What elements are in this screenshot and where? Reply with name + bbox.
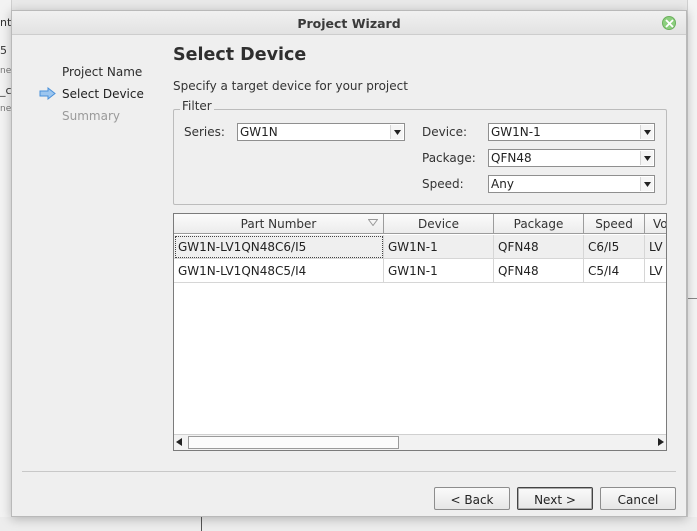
device-select[interactable]: GW1N-1	[488, 123, 655, 141]
speed-value: Any	[491, 177, 514, 191]
arrow-right-icon	[39, 87, 56, 100]
cell-voltage: LV	[645, 235, 666, 259]
filter-legend: Filter	[180, 99, 214, 113]
scrollbar-thumb[interactable]	[188, 436, 399, 449]
table-row[interactable]: GW1N-LV1QN48C6/I5 GW1N-1 QFN48 C6/I5 LV	[174, 235, 666, 259]
speed-label: Speed:	[422, 177, 464, 191]
horizontal-scrollbar[interactable]	[174, 434, 666, 450]
footer-divider	[22, 471, 676, 472]
cell-device: GW1N-1	[384, 259, 494, 283]
chevron-down-icon	[390, 125, 403, 139]
cell-speed: C6/I5	[584, 235, 645, 259]
scroll-right-icon[interactable]	[658, 438, 664, 446]
scroll-left-icon[interactable]	[176, 438, 182, 446]
device-label: Device:	[422, 125, 468, 139]
column-header-device[interactable]: Device	[384, 214, 494, 234]
cell-part-number: GW1N-LV1QN48C6/I5	[174, 235, 384, 259]
table-row[interactable]: GW1N-LV1QN48C5/I4 GW1N-1 QFN48 C5/I4 LV	[174, 259, 666, 283]
page-subtitle: Specify a target device for your project	[173, 79, 408, 93]
dialog-title: Project Wizard	[297, 16, 401, 31]
column-header-part-number[interactable]: Part Number	[174, 214, 384, 234]
step-project-name: Project Name	[62, 65, 143, 79]
step-select-device: Select Device	[62, 87, 144, 101]
package-select[interactable]: QFN48	[488, 149, 655, 167]
table-header: Part Number Device Package Speed Vo	[174, 214, 666, 234]
close-icon[interactable]	[662, 16, 676, 30]
background-window-right	[687, 0, 697, 531]
series-value: GW1N	[240, 125, 278, 139]
chevron-down-icon	[640, 151, 653, 165]
series-label: Series:	[184, 125, 225, 139]
sort-desc-icon	[368, 219, 378, 226]
step-summary: Summary	[62, 109, 120, 123]
chevron-down-icon	[640, 125, 653, 139]
speed-select[interactable]: Any	[488, 175, 655, 193]
device-value: GW1N-1	[491, 125, 541, 139]
title-bar: Project Wizard	[12, 11, 686, 35]
chevron-down-icon	[640, 177, 653, 191]
package-value: QFN48	[491, 151, 532, 165]
device-table[interactable]: Part Number Device Package Speed Vo GW1N…	[173, 213, 667, 451]
background-text: nt	[0, 16, 11, 29]
background-text: _c	[0, 84, 11, 97]
cell-package: QFN48	[494, 235, 584, 259]
column-header-voltage[interactable]: Vo	[645, 214, 666, 234]
cancel-button[interactable]: Cancel	[600, 487, 676, 510]
project-wizard-dialog: Project Wizard Project Name Select Devic…	[11, 10, 687, 517]
package-label: Package:	[422, 151, 476, 165]
cell-voltage: LV	[645, 259, 666, 283]
column-header-package[interactable]: Package	[494, 214, 584, 234]
cell-device: GW1N-1	[384, 235, 494, 259]
next-button[interactable]: Next >	[517, 487, 593, 510]
cell-package: QFN48	[494, 259, 584, 283]
column-header-speed[interactable]: Speed	[584, 214, 645, 234]
page-title: Select Device	[173, 45, 307, 65]
background-window-bottom	[0, 517, 697, 531]
background-text: ne	[0, 104, 11, 114]
cell-part-number: GW1N-LV1QN48C5/I4	[174, 259, 384, 283]
background-text: ne	[0, 66, 11, 76]
back-button[interactable]: < Back	[434, 487, 510, 510]
series-select[interactable]: GW1N	[237, 123, 405, 141]
cell-speed: C5/I4	[584, 259, 645, 283]
background-text: 5	[0, 44, 7, 57]
